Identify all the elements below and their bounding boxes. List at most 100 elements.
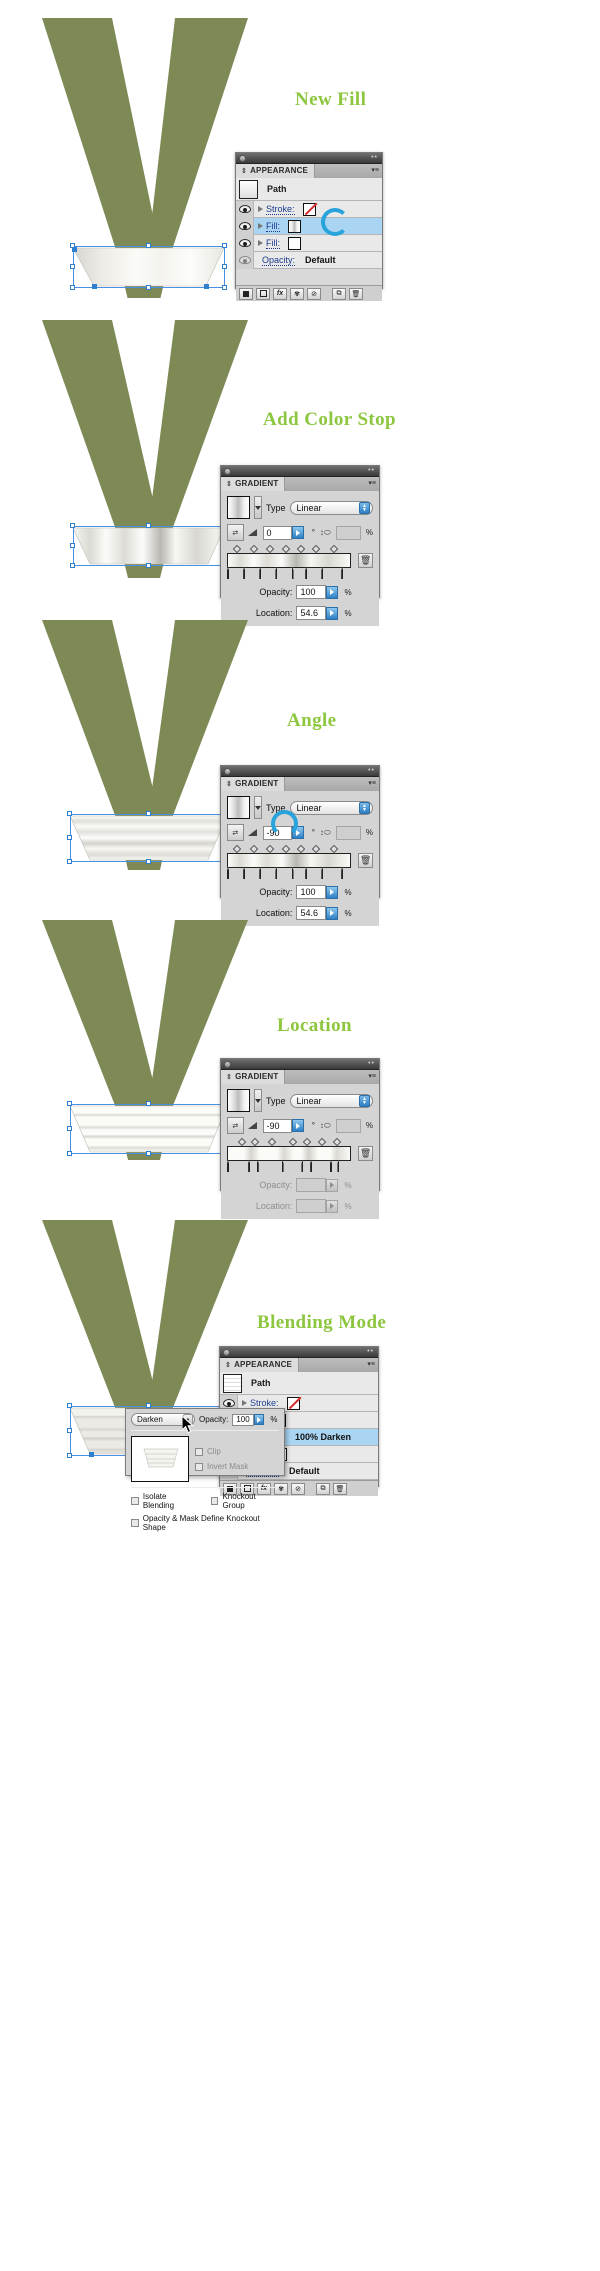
selection-handle[interactable] xyxy=(67,1453,72,1458)
location-stepper-icon[interactable] xyxy=(326,906,339,920)
anchor-point[interactable] xyxy=(89,1452,94,1457)
panel-titlebar[interactable]: •• xyxy=(221,766,379,777)
gradient-midpoint[interactable] xyxy=(289,1137,298,1147)
gradient-stop[interactable] xyxy=(227,1160,235,1172)
stroke-label[interactable]: Stroke: xyxy=(250,1398,279,1409)
panel-titlebar[interactable]: •• xyxy=(221,1059,379,1070)
gradient-midpoint[interactable] xyxy=(311,844,320,854)
new-stroke-icon[interactable] xyxy=(239,287,253,300)
delete-stop-icon[interactable]: 🗑 xyxy=(358,853,373,868)
panel-collapse-icon[interactable]: •• xyxy=(367,1348,374,1355)
angle-stepper-icon[interactable] xyxy=(291,1119,304,1132)
selection-handle[interactable] xyxy=(67,1403,72,1408)
gradient-stop[interactable] xyxy=(259,867,267,879)
stroke-label[interactable]: Stroke: xyxy=(266,204,295,215)
fill-label[interactable]: Fill: xyxy=(266,221,280,232)
gradient-angle-field[interactable]: -90 xyxy=(262,1118,304,1133)
gradient-midpoint[interactable] xyxy=(233,544,242,554)
opacity-label[interactable]: Opacity: xyxy=(262,255,296,266)
panel-close-dot[interactable] xyxy=(224,1061,231,1068)
panel-tab-row[interactable]: ⇕ GRADIENT ▾≡ xyxy=(221,776,379,791)
gradient-midpoint[interactable] xyxy=(267,1137,277,1147)
location-stepper-icon[interactable] xyxy=(326,606,339,620)
panel-menu-icon[interactable]: ▾≡ xyxy=(367,1361,375,1368)
selection-handle[interactable] xyxy=(146,285,151,290)
gradient-midpoint[interactable] xyxy=(296,544,305,554)
gradient-type-select[interactable]: Linear ▲ ▼ xyxy=(289,800,373,815)
appearance-row-stroke[interactable]: Stroke: xyxy=(236,200,382,218)
gradient-stop[interactable] xyxy=(243,867,251,879)
reverse-gradient-icon[interactable]: ⇄ xyxy=(227,1117,244,1134)
fill-gradient-swatch[interactable] xyxy=(288,219,301,233)
gradient-stop[interactable] xyxy=(341,567,349,579)
angle-stepper-icon[interactable] xyxy=(291,526,304,539)
selection-handle[interactable] xyxy=(67,1101,72,1106)
selection-handle[interactable] xyxy=(67,835,72,840)
invert-mask-checkbox[interactable] xyxy=(195,1462,203,1471)
appearance-row-fill-2[interactable]: Fill: xyxy=(236,234,382,252)
gradient-presets-dropdown[interactable] xyxy=(254,1089,262,1112)
gradient-midpoint[interactable] xyxy=(265,844,274,854)
opacity-stepper-icon[interactable] xyxy=(326,585,339,599)
selection-handle[interactable] xyxy=(222,264,227,269)
panel-menu-icon[interactable]: ▾≡ xyxy=(368,1073,376,1080)
gradient-aspect-field[interactable] xyxy=(335,525,361,540)
gradient-presets-dropdown[interactable] xyxy=(254,496,262,519)
visibility-toggle[interactable] xyxy=(236,200,254,218)
reduce-to-basic-icon[interactable]: ⊘ xyxy=(307,287,321,300)
gradient-aspect-field[interactable] xyxy=(335,825,361,840)
gradient-midpoint[interactable] xyxy=(302,1137,312,1147)
gradient-aspect-field[interactable] xyxy=(335,1118,361,1133)
gradient-midpoint[interactable] xyxy=(296,844,305,854)
gradient-panel[interactable]: •• ⇕ GRADIENT ▾≡ Type Linear ▲ ▼ ⇄ xyxy=(220,465,380,626)
gradient-location-field[interactable]: 54.6 xyxy=(296,606,339,620)
gradient-type-select[interactable]: Linear ▲ ▼ xyxy=(289,1093,373,1108)
appearance-footer-toolbar[interactable]: fx ✾ ⊘ ⧉ 🗑 xyxy=(236,285,382,301)
panel-close-dot[interactable] xyxy=(239,155,246,162)
gradient-stop[interactable] xyxy=(291,867,300,879)
gradient-ramp-column[interactable] xyxy=(227,1137,352,1172)
delete-stop-icon[interactable]: 🗑 xyxy=(358,1146,373,1161)
selection-handle[interactable] xyxy=(146,243,151,248)
gradient-preview-swatch[interactable] xyxy=(227,496,250,519)
gradient-stop[interactable] xyxy=(305,867,313,879)
panel-collapse-icon[interactable]: •• xyxy=(368,1060,375,1067)
gradient-stop[interactable] xyxy=(275,567,283,579)
gradient-midpoint[interactable] xyxy=(329,844,339,854)
selection-handle[interactable] xyxy=(222,285,227,290)
gradient-stop[interactable] xyxy=(321,867,329,879)
selection-handle[interactable] xyxy=(146,563,151,568)
gradient-stop[interactable] xyxy=(291,567,300,579)
invert-mask-checkbox-row[interactable]: Invert Mask xyxy=(195,1462,248,1471)
gradient-angle-field[interactable]: 0 xyxy=(262,525,304,540)
new-fill-icon[interactable] xyxy=(256,287,270,300)
knockout-group-row[interactable]: Knockout Group xyxy=(210,1492,279,1510)
stepper-icon[interactable]: ▲▼ xyxy=(359,501,370,514)
gradient-midpoint[interactable] xyxy=(281,544,291,554)
transparency-thumbnail[interactable] xyxy=(131,1436,189,1482)
knockout-shape-row[interactable]: Opacity & Mask Define Knockout Shape xyxy=(131,1514,279,1532)
appearance-panel[interactable]: •• ⇕ APPEARANCE ▾≡ Path Stroke: xyxy=(235,152,383,301)
gradient-panel[interactable]: •• ⇕ GRADIENT ▾≡ Type Linear ▲ ▼ ⇄ xyxy=(220,1058,380,1219)
selection-handle[interactable] xyxy=(67,1126,72,1131)
gradient-midpoint[interactable] xyxy=(250,1137,260,1147)
panel-titlebar[interactable]: •• xyxy=(220,1347,378,1358)
panel-collapse-icon[interactable]: •• xyxy=(368,467,375,474)
clear-appearance-icon[interactable]: ✾ xyxy=(290,287,304,300)
reduce-to-basic-icon[interactable]: ⊘ xyxy=(291,1482,305,1495)
panel-titlebar[interactable]: •• xyxy=(236,153,382,164)
gradient-ramp-column[interactable] xyxy=(227,844,352,879)
gradient-ramp[interactable] xyxy=(227,853,352,868)
gradient-stop[interactable] xyxy=(259,567,267,579)
appearance-row-fill-1[interactable]: Fill: xyxy=(236,217,382,235)
transparency-popup[interactable]: Darken ▲▼ Opacity: 100 % xyxy=(125,1408,285,1532)
gradient-midpoint[interactable] xyxy=(311,544,320,554)
selection-handle[interactable] xyxy=(67,811,72,816)
gradient-stop[interactable] xyxy=(227,567,235,579)
panel-menu-icon[interactable]: ▾≡ xyxy=(368,480,376,487)
gradient-preview-swatch[interactable] xyxy=(227,1089,250,1112)
panel-tab-row[interactable]: ⇕ APPEARANCE ▾≡ xyxy=(236,163,382,178)
selection-handle[interactable] xyxy=(70,543,75,548)
knockout-shape-checkbox[interactable] xyxy=(131,1519,139,1527)
selection-handle[interactable] xyxy=(67,1428,72,1433)
